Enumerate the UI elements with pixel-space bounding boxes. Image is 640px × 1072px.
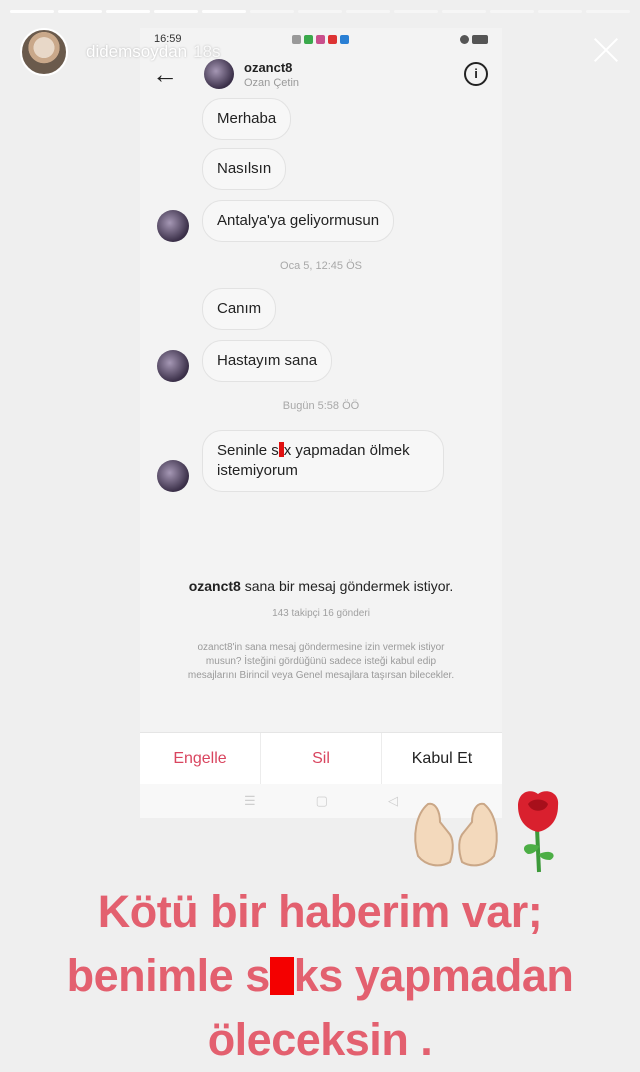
dm-screenshot: 16:59 ← ozanct8 Ozan Çetin i Merhaba Nas… xyxy=(140,28,502,818)
progress-segment xyxy=(154,10,198,13)
back-arrow-icon[interactable]: ← xyxy=(152,59,188,90)
caption-line: Kötü bir haberim var; xyxy=(97,886,543,937)
message-text: Seninle s xyxy=(217,442,279,459)
progress-segment xyxy=(298,10,342,13)
message-bubble: Merhaba xyxy=(202,98,292,140)
app-icon xyxy=(340,34,350,44)
youtube-icon xyxy=(328,34,338,44)
message-bubble: Antalya'ya geliyormusun xyxy=(202,200,395,242)
sender-avatar xyxy=(157,460,189,492)
progress-segment xyxy=(106,10,150,13)
dm-username[interactable]: ozanct8 xyxy=(244,60,299,75)
story-caption: Kötü bir haberim var; benimle s ks yapmad… xyxy=(0,880,640,1072)
request-stats: 143 takipçi 16 gönderi xyxy=(272,608,370,619)
caption-line: öleceksin . xyxy=(207,1014,433,1065)
caption-line: benimle s ks yapmadan xyxy=(0,944,640,1008)
story-progress xyxy=(10,10,630,13)
home-icon[interactable]: ▢ xyxy=(316,793,328,809)
progress-segment xyxy=(250,10,294,13)
back-icon[interactable]: ◁ xyxy=(388,793,398,809)
close-icon[interactable] xyxy=(590,34,622,66)
wifi-icon xyxy=(460,34,469,44)
story-time: 18s xyxy=(193,42,221,61)
status-icons xyxy=(292,34,350,44)
block-button[interactable]: Engelle xyxy=(140,733,261,785)
caption-text: benimle s xyxy=(66,950,271,1001)
request-text: sana bir mesaj göndermek istiyor. xyxy=(240,578,454,594)
progress-segment xyxy=(490,10,534,13)
rose-emoji-icon xyxy=(518,791,559,873)
menu-icon[interactable]: ☰ xyxy=(244,793,256,809)
accept-button[interactable]: Kabul Et xyxy=(382,733,502,785)
sender-avatar xyxy=(157,350,189,382)
signal-icon xyxy=(292,34,302,44)
message-bubble: Seninle sx yapmadan ölmek istemiyorum xyxy=(202,430,444,492)
progress-segment xyxy=(58,10,102,13)
message-list: Merhaba Nasılsın Antalya'ya geliyormusun… xyxy=(140,98,502,528)
battery-icon xyxy=(472,34,488,44)
story-avatar[interactable] xyxy=(20,28,68,76)
message-bubble: Nasılsın xyxy=(202,148,287,190)
app-icon xyxy=(304,34,314,44)
avatar[interactable] xyxy=(204,59,234,89)
progress-segment xyxy=(442,10,486,13)
censor-mark xyxy=(269,957,294,995)
timestamp: Oca 5, 12:45 ÖS xyxy=(280,260,362,272)
request-username: ozanct8 xyxy=(188,578,241,594)
progress-segment xyxy=(346,10,390,13)
status-right-icons xyxy=(460,34,488,44)
request-help: ozanct8'in sana mesaj göndermesine izin … xyxy=(187,642,455,681)
request-actions: Engelle Sil Kabul Et xyxy=(140,732,502,785)
message-bubble: Canım xyxy=(202,288,277,330)
progress-segment xyxy=(10,10,54,13)
progress-segment xyxy=(538,10,582,13)
progress-segment xyxy=(586,10,630,13)
request-title: ozanct8 sana bir mesaj göndermek istiyor… xyxy=(140,576,502,596)
timestamp: Bugün 5:58 ÖÖ xyxy=(282,400,360,412)
story-username[interactable]: didemsoydan xyxy=(86,42,187,61)
instagram-icon xyxy=(316,34,326,44)
progress-segment xyxy=(202,10,246,13)
praying-hands-emoji-icon xyxy=(414,802,498,867)
info-icon[interactable]: i xyxy=(464,62,488,86)
progress-segment xyxy=(394,10,438,13)
message-bubble: Hastayım sana xyxy=(202,340,333,382)
message-request-panel: ozanct8 sana bir mesaj göndermek istiyor… xyxy=(140,528,502,732)
dm-fullname: Ozan Çetin xyxy=(244,76,300,89)
story-header: didemsoydan 18s xyxy=(86,42,221,62)
delete-button[interactable]: Sil xyxy=(261,733,382,785)
caption-text: ks yapmadan xyxy=(293,950,574,1001)
sender-avatar xyxy=(157,210,189,242)
